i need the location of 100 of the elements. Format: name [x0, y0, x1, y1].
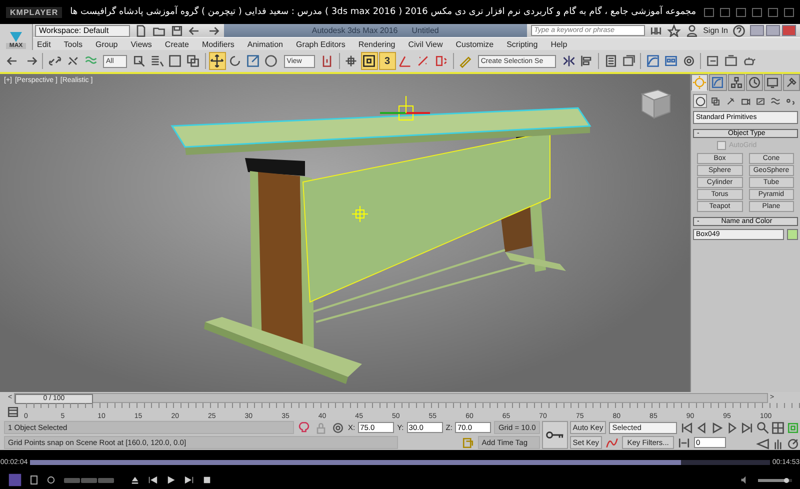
maximize-icon[interactable]	[752, 8, 762, 16]
color-swatch[interactable]	[787, 229, 798, 240]
minimize-icon[interactable]	[736, 8, 746, 16]
layer-list-icon	[622, 54, 636, 68]
app-logo-icon	[7, 31, 25, 43]
workspace-dropdown[interactable]: Workspace: Default	[35, 24, 130, 36]
compact-icon[interactable]	[720, 8, 730, 16]
scale-icon	[246, 54, 260, 68]
light-icon	[724, 96, 736, 106]
film-icon[interactable]	[6, 404, 20, 418]
menu-item[interactable]: Animation	[247, 40, 283, 48]
align-icon	[580, 54, 594, 68]
hammer-tab[interactable]	[782, 74, 800, 91]
app-title: Autodesk 3ds Max 2016	[312, 26, 398, 35]
curve-icon[interactable]	[605, 436, 620, 450]
mirror-icon	[562, 54, 576, 68]
layers-icon	[604, 54, 618, 68]
angle-icon	[398, 54, 412, 68]
menu-item[interactable]: Graph Editors	[296, 40, 346, 48]
move-icon	[210, 54, 224, 68]
close-icon[interactable]	[784, 8, 794, 16]
frame-icon	[362, 54, 376, 68]
help-icon[interactable]	[732, 24, 746, 38]
unlink-icon	[66, 54, 80, 68]
star-icon[interactable]	[667, 24, 682, 38]
playlist-icon[interactable]	[30, 475, 38, 485]
snap-toggle[interactable]: 3	[378, 52, 396, 70]
hammer-icon	[784, 76, 798, 89]
rectangle-tool[interactable]	[166, 52, 184, 70]
zoom-icon[interactable]	[756, 421, 770, 435]
field-of-view-icon[interactable]	[756, 437, 770, 451]
player-logo: KMPLAYER	[6, 6, 62, 18]
next-icon[interactable]	[184, 475, 194, 485]
menu-item[interactable]: Customize	[456, 40, 494, 48]
key-icon	[544, 430, 565, 440]
menu-item[interactable]: Scripting	[506, 40, 538, 48]
shapes-icon	[710, 96, 720, 106]
volume-thumb[interactable]	[784, 478, 789, 482]
play-icon[interactable]	[166, 475, 176, 485]
crosshair-icon	[344, 54, 358, 68]
menu-item[interactable]: Modifiers	[202, 40, 234, 48]
menu-item[interactable]: Tools	[64, 40, 82, 48]
camera-icon	[740, 96, 750, 106]
select-icon	[132, 54, 146, 68]
menu-item[interactable]: Help	[550, 40, 568, 48]
monitor-icon	[766, 76, 780, 89]
menu-item[interactable]: Group	[95, 40, 118, 48]
rectangle-icon	[168, 54, 182, 68]
document-title: Untitled	[412, 26, 439, 35]
mode-button[interactable]	[64, 478, 80, 482]
video-title: مجموعه آموزشی جامع ، گام به گام و کاربردی نرم افزار تری دی مکس 2016 ( 3ds max 2016 ) مدرس : سعید فدایی ( تیچرمن ) گروه آموزشی پادشاه گرافیست ها	[70, 7, 696, 17]
render-setup-icon	[706, 54, 720, 68]
mode-button[interactable]	[98, 478, 114, 482]
wave-icon	[770, 96, 780, 106]
clock-icon	[748, 76, 762, 89]
clock-tab[interactable]	[746, 74, 764, 91]
stop-icon[interactable]	[202, 475, 212, 485]
player-logo-icon[interactable]	[8, 473, 22, 487]
curve-icon	[711, 76, 724, 89]
hierarchy-icon	[730, 76, 743, 89]
fullscreen-icon[interactable]	[768, 8, 778, 16]
move-tool[interactable]	[208, 52, 226, 70]
go-to-end-icon[interactable]	[740, 420, 754, 434]
sphere-category[interactable]	[693, 94, 707, 108]
helper-icon	[754, 96, 766, 106]
diagram-icon	[664, 54, 678, 68]
key-mode-icon[interactable]	[677, 436, 692, 450]
curve-icon	[646, 54, 660, 68]
squares-icon	[186, 54, 200, 68]
spinner-icon	[434, 54, 448, 68]
go-to-start-icon[interactable]	[680, 420, 694, 434]
list-icon	[150, 54, 164, 68]
frame-tool[interactable]	[360, 52, 378, 70]
eject-icon[interactable]	[130, 475, 140, 485]
menu-item[interactable]: Create	[164, 40, 189, 48]
monitor-tab[interactable]	[764, 74, 782, 91]
menu-item[interactable]: Views	[130, 40, 152, 48]
curve-tab[interactable]	[709, 74, 727, 91]
bulb-icon[interactable]	[297, 420, 311, 434]
undo-icon	[6, 54, 20, 68]
menu-item[interactable]: Civil View	[408, 40, 443, 48]
sign-in-link[interactable]: Sign In	[703, 26, 728, 35]
sphere-tool[interactable]	[262, 52, 280, 70]
menu-item[interactable]: Edit	[37, 40, 51, 48]
menu-item[interactable]: Rendering	[358, 40, 396, 48]
set-keys-button[interactable]	[542, 421, 568, 449]
pin-icon[interactable]	[704, 8, 714, 16]
previous-icon[interactable]	[148, 475, 158, 485]
squares-tool[interactable]	[184, 52, 202, 70]
move-gizmo-icon	[380, 96, 430, 120]
orbit-icon[interactable]	[786, 437, 800, 451]
curve-tool[interactable]	[644, 52, 662, 70]
percent-icon	[416, 54, 430, 68]
scale-tool[interactable]	[244, 52, 262, 70]
zoom-all-icon[interactable]	[771, 421, 786, 435]
mode-button[interactable]	[81, 478, 97, 482]
user-icon[interactable]	[685, 24, 700, 38]
save-icon[interactable]	[170, 24, 184, 38]
hierarchy-tab[interactable]	[728, 74, 745, 91]
rotate-icon	[228, 54, 242, 68]
